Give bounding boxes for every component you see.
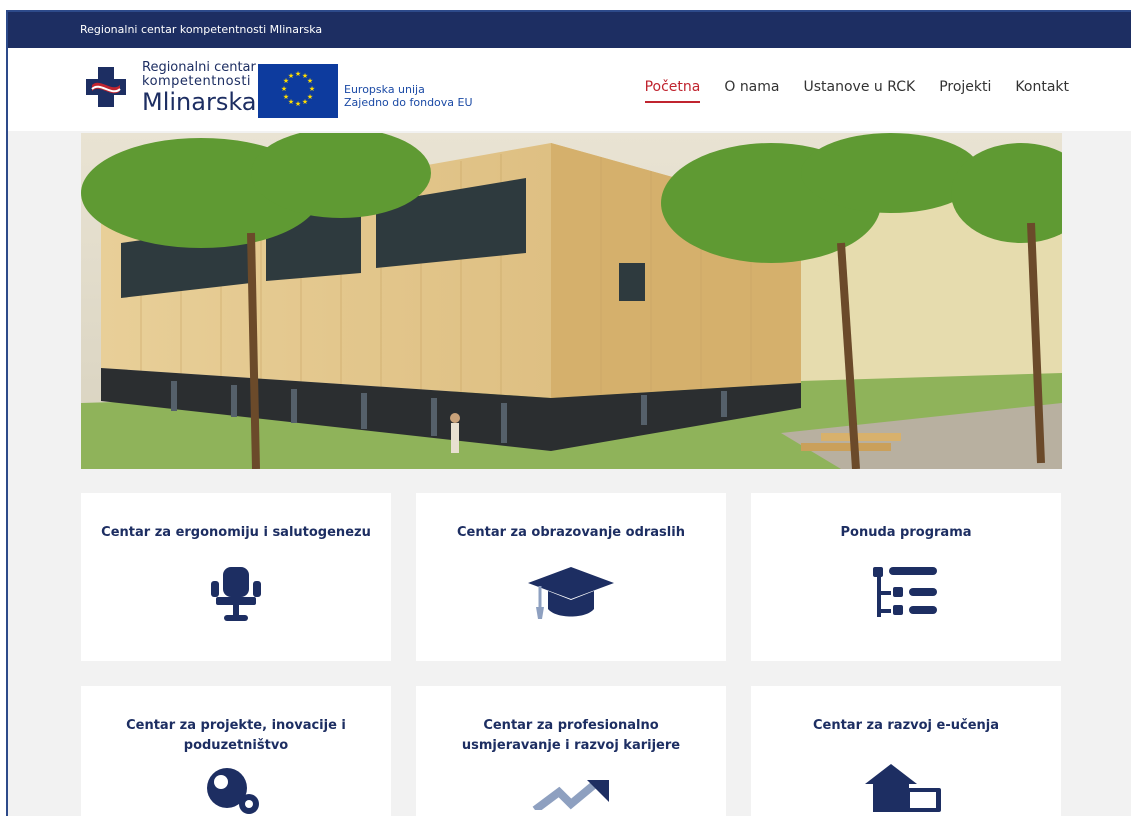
svg-text:★: ★ <box>309 85 315 93</box>
card-razvoj-e-ucenja[interactable]: Centar za razvoj e-učenja <box>751 686 1061 816</box>
top-bar: Regionalni centar kompetentnosti Mlinars… <box>8 12 1131 48</box>
card-title: Centar za obrazovanje odraslih <box>457 525 685 540</box>
trend-arrow-icon <box>532 780 609 810</box>
nav-item-kontakt[interactable]: Kontakt <box>1015 79 1069 95</box>
svg-text:★: ★ <box>295 100 301 108</box>
eu-text-line-1: Europska unija <box>344 83 425 96</box>
logo-line-2: kompetentnosti <box>142 74 252 89</box>
logo-line-3: Mlinarska <box>142 88 257 116</box>
svg-text:★: ★ <box>302 98 308 106</box>
nav-item-projekti[interactable]: Projekti <box>939 79 991 95</box>
svg-text:★: ★ <box>283 93 289 101</box>
card-projekti-inovacije[interactable]: Centar za projekte, inovacije i poduzetn… <box>81 686 391 816</box>
card-obrazovanje-odraslih[interactable]: Centar za obrazovanje odraslih <box>416 493 726 661</box>
browser-viewport: Regionalni centar kompetentnosti Mlinars… <box>6 10 1131 816</box>
card-profesionalno-usmjeravanje[interactable]: Centar za profesionalno usmjeravanje i r… <box>416 686 726 816</box>
list-tree-icon <box>873 567 937 617</box>
svg-text:★: ★ <box>295 70 301 78</box>
card-title: Centar za profesionalno usmjeravanje i r… <box>461 718 681 753</box>
card-title: Centar za ergonomiju i salutogenezu <box>101 525 371 540</box>
nav-item-ustanove[interactable]: Ustanove u RCK <box>803 79 915 95</box>
svg-text:★: ★ <box>281 85 287 93</box>
svg-text:★: ★ <box>288 72 294 80</box>
logo-text: Regionalni centar kompetentnosti Mlinars… <box>142 60 257 116</box>
logo-line-1: Regionalni centar <box>142 60 256 75</box>
card-title: Centar za razvoj e-učenja <box>812 718 999 733</box>
lightbulb-gear-icon <box>207 768 259 814</box>
nav-item-pocetna[interactable]: Početna <box>644 79 700 103</box>
site-header: Regionalni centar kompetentnosti Mlinars… <box>8 48 1131 131</box>
eu-flag-icon: ★ ★ ★ ★ ★ ★ ★ ★ ★ ★ ★ ★ <box>258 64 338 118</box>
card-title: Centar za projekte, inovacije i poduzetn… <box>126 718 346 753</box>
main-nav: Početna O nama Ustanove u RCK Projekti K… <box>644 79 1069 103</box>
office-chair-icon <box>211 567 261 621</box>
logo-mark-icon <box>86 67 126 107</box>
nav-item-o-nama[interactable]: O nama <box>724 79 779 95</box>
house-laptop-icon <box>865 764 941 812</box>
card-ergonomija[interactable]: Centar za ergonomiju i salutogenezu <box>81 493 391 661</box>
hero-building-image <box>81 133 1062 469</box>
eu-text: Europska unija Zajedno do fondova EU <box>344 83 473 109</box>
eu-text-line-2: Zajedno do fondova EU <box>344 96 473 109</box>
card-ponuda-programa[interactable]: Ponuda programa <box>751 493 1061 661</box>
graduation-cap-icon <box>528 567 614 619</box>
top-bar-text: Regionalni centar kompetentnosti Mlinars… <box>80 23 323 36</box>
card-title: Ponuda programa <box>840 525 972 540</box>
svg-text:★: ★ <box>307 77 313 85</box>
